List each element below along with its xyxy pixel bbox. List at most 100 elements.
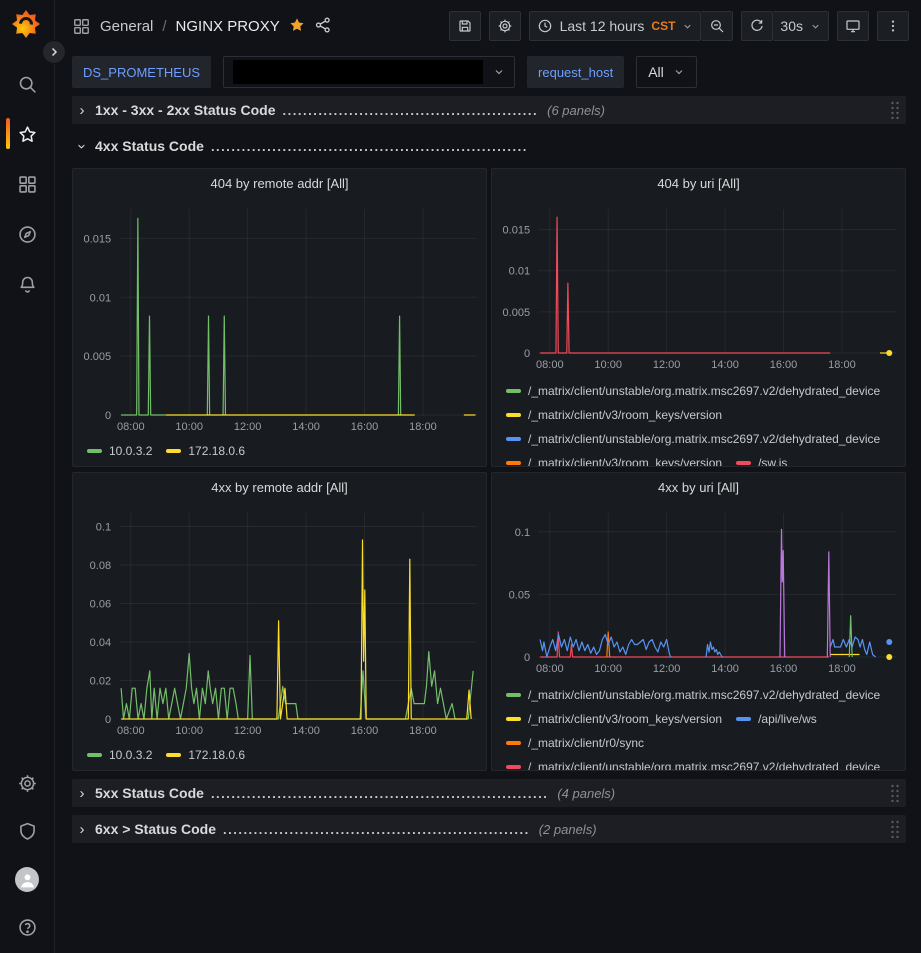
chart-404-by-remote-addr[interactable]: 08:0010:0012:0014:0016:0018:0000.0050.01…: [73, 197, 486, 437]
variable-label-request-host[interactable]: request_host: [527, 56, 624, 88]
sidebar-item-starred[interactable]: [15, 122, 39, 146]
row-title: 6xx > Status Code: [95, 821, 216, 837]
time-controls-group: Last 12 hours CST: [529, 11, 734, 41]
row-drag-handle[interactable]: [890, 101, 900, 122]
chevron-right-icon: ›: [76, 821, 88, 838]
legend-item[interactable]: /_matrix/client/unstable/org.matrix.msc2…: [506, 383, 880, 399]
panel-title[interactable]: 404 by remote addr [All]: [73, 169, 486, 197]
legend-item[interactable]: /_matrix/client/unstable/org.matrix.msc2…: [506, 687, 880, 703]
dashboard-settings-button[interactable]: [489, 11, 521, 41]
legend-item[interactable]: 172.18.0.6: [166, 443, 245, 459]
tv-mode-button[interactable]: [837, 11, 869, 41]
row-drag-handle[interactable]: [890, 820, 900, 841]
legend-label: /_matrix/client/unstable/org.matrix.msc2…: [528, 759, 880, 770]
row-leader-dots: ........................................…: [211, 786, 548, 801]
legend-item[interactable]: /_matrix/client/v3/room_keys/version: [506, 407, 722, 423]
sidebar-item-profile[interactable]: [15, 867, 39, 891]
legend-label: /_matrix/client/r0/sync: [528, 735, 644, 751]
breadcrumb-separator: /: [162, 18, 166, 35]
row-panel-count: (6 panels): [547, 103, 605, 118]
apps-grid-icon: [72, 17, 91, 36]
panel-legend: /_matrix/client/unstable/org.matrix.msc2…: [492, 375, 905, 466]
dashboards-grid-icon: [17, 174, 38, 195]
legend-label: 10.0.3.2: [109, 747, 152, 763]
variable-ds-prometheus-select[interactable]: [223, 56, 515, 88]
sidebar-item-alerting[interactable]: [15, 272, 39, 296]
legend-item[interactable]: /_matrix/client/v3/room_keys/version: [506, 711, 722, 727]
refresh-interval-picker[interactable]: 30s: [773, 11, 829, 41]
sidebar-item-search[interactable]: [15, 72, 39, 96]
row-header-6xx[interactable]: › 6xx > Status Code ....................…: [72, 815, 906, 843]
svg-text:0.005: 0.005: [503, 307, 531, 319]
row-drag-handle[interactable]: [890, 784, 900, 805]
svg-text:0.02: 0.02: [90, 676, 111, 688]
row-header-1xx-3xx-2xx[interactable]: › 1xx - 3xx - 2xx Status Code ..........…: [72, 96, 906, 124]
sidebar-item-server-admin[interactable]: [15, 819, 39, 843]
legend-item[interactable]: 172.18.0.6: [166, 747, 245, 763]
legend-item[interactable]: /_matrix/client/v3/room_keys/version: [506, 455, 722, 466]
chevron-down-icon: [493, 66, 505, 78]
row-title: 1xx - 3xx - 2xx Status Code: [95, 102, 276, 118]
panel-title[interactable]: 404 by uri [All]: [492, 169, 905, 197]
shield-icon: [17, 821, 38, 842]
svg-text:14:00: 14:00: [292, 421, 320, 433]
svg-text:0.1: 0.1: [96, 521, 111, 533]
chevron-right-icon: [48, 46, 60, 58]
panel-title[interactable]: 4xx by uri [All]: [492, 473, 905, 501]
legend-item[interactable]: /sw.js: [736, 455, 787, 466]
sidebar-item-explore[interactable]: [15, 222, 39, 246]
chart-4xx-by-uri[interactable]: 08:0010:0012:0014:0016:0018:0000.050.1: [492, 501, 905, 679]
row-leader-dots: ........................................…: [283, 103, 539, 118]
time-range-picker[interactable]: Last 12 hours CST: [529, 11, 702, 41]
svg-text:14:00: 14:00: [711, 663, 739, 675]
legend-item[interactable]: /api/live/ws: [736, 711, 817, 727]
sidebar-item-dashboards[interactable]: [15, 172, 39, 196]
row-title: 4xx Status Code: [95, 138, 204, 154]
row-leader-dots: ........................................…: [223, 822, 530, 837]
help-circle-icon: [17, 917, 38, 938]
svg-text:16:00: 16:00: [351, 421, 379, 433]
legend-item[interactable]: /_matrix/client/unstable/org.matrix.msc2…: [506, 431, 880, 447]
share-dashboard-button[interactable]: [314, 16, 332, 37]
legend-item[interactable]: /_matrix/client/r0/sync: [506, 735, 644, 751]
breadcrumb-folder[interactable]: General: [100, 18, 153, 35]
bell-icon: [17, 274, 38, 295]
panel-legend: 10.0.3.2 172.18.0.6: [73, 741, 486, 770]
gear-icon: [17, 773, 38, 794]
svg-text:08:00: 08:00: [117, 725, 145, 737]
panel-title[interactable]: 4xx by remote addr [All]: [73, 473, 486, 501]
legend-swatch: [506, 413, 521, 417]
chart-4xx-by-remote-addr[interactable]: 08:0010:0012:0014:0016:0018:0000.020.040…: [73, 501, 486, 741]
legend-item[interactable]: 10.0.3.2: [87, 747, 152, 763]
row-header-4xx[interactable]: › 4xx Status Code ......................…: [72, 132, 906, 160]
row-header-5xx[interactable]: › 5xx Status Code ......................…: [72, 779, 906, 807]
panel-legend: /_matrix/client/unstable/org.matrix.msc2…: [492, 679, 905, 770]
variable-request-host-select[interactable]: All: [636, 56, 697, 88]
svg-text:16:00: 16:00: [770, 359, 798, 371]
sidebar-item-help[interactable]: [15, 915, 39, 939]
more-options-kebab-button[interactable]: [877, 11, 909, 41]
legend-label: /_matrix/client/v3/room_keys/version: [528, 711, 722, 727]
row-panel-count: (4 panels): [557, 786, 615, 801]
svg-text:0.015: 0.015: [503, 225, 531, 237]
sidebar-expand-button[interactable]: [42, 40, 66, 64]
svg-text:0.1: 0.1: [515, 527, 530, 539]
favorite-star-button[interactable]: [288, 16, 306, 37]
variable-label-ds-prometheus[interactable]: DS_PROMETHEUS: [72, 56, 211, 88]
variable-request-host: request_host: [527, 56, 624, 88]
clock-icon: [537, 18, 553, 34]
save-dashboard-button[interactable]: [449, 11, 481, 41]
variable-ds-prometheus: DS_PROMETHEUS: [72, 56, 211, 88]
grafana-logo[interactable]: [12, 10, 42, 40]
chart-404-by-uri[interactable]: 08:0010:0012:0014:0016:0018:0000.0050.01…: [492, 197, 905, 375]
legend-label: /_matrix/client/unstable/org.matrix.msc2…: [528, 431, 880, 447]
sidebar-item-configuration[interactable]: [15, 771, 39, 795]
zoom-out-time-button[interactable]: [701, 11, 733, 41]
svg-text:08:00: 08:00: [536, 663, 564, 675]
legend-item[interactable]: 10.0.3.2: [87, 443, 152, 459]
legend-label: 172.18.0.6: [188, 443, 245, 459]
page-title[interactable]: NGINX PROXY: [176, 18, 280, 35]
legend-item[interactable]: /_matrix/client/unstable/org.matrix.msc2…: [506, 759, 880, 770]
svg-text:0.015: 0.015: [84, 233, 112, 245]
refresh-dashboard-button[interactable]: [741, 11, 773, 41]
